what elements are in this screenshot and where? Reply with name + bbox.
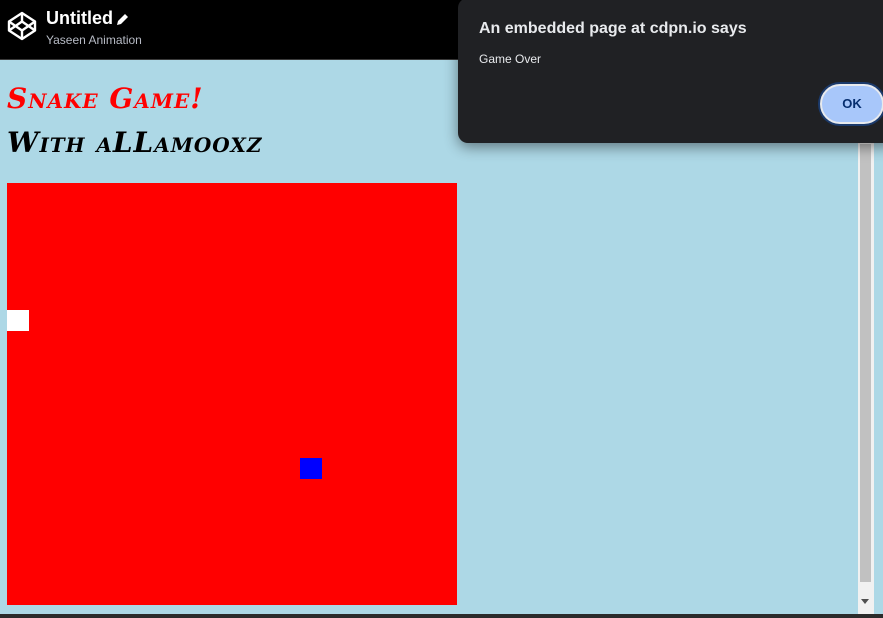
- codepen-logo-icon[interactable]: [7, 11, 37, 41]
- scroll-down-arrow-icon[interactable]: [861, 599, 869, 604]
- game-title-heading: Snake Game!: [7, 82, 204, 115]
- pencil-icon[interactable]: [116, 13, 129, 26]
- vertical-scrollbar[interactable]: [858, 140, 874, 614]
- bottom-edge: [0, 614, 883, 618]
- game-board[interactable]: [7, 183, 457, 605]
- dialog-message: Game Over: [479, 52, 542, 66]
- food-block: [300, 458, 322, 479]
- scrollbar-thumb[interactable]: [860, 144, 871, 582]
- snake-segment: [7, 310, 29, 331]
- ok-button[interactable]: OK: [820, 84, 883, 124]
- alert-dialog: An embedded page at cdpn.io says Game Ov…: [458, 0, 883, 143]
- author-name[interactable]: Yaseen Animation: [46, 33, 142, 47]
- pen-title[interactable]: Untitled: [46, 8, 113, 29]
- dialog-title: An embedded page at cdpn.io says: [479, 20, 747, 37]
- game-subtitle-heading: With aLLamooxz: [7, 126, 263, 159]
